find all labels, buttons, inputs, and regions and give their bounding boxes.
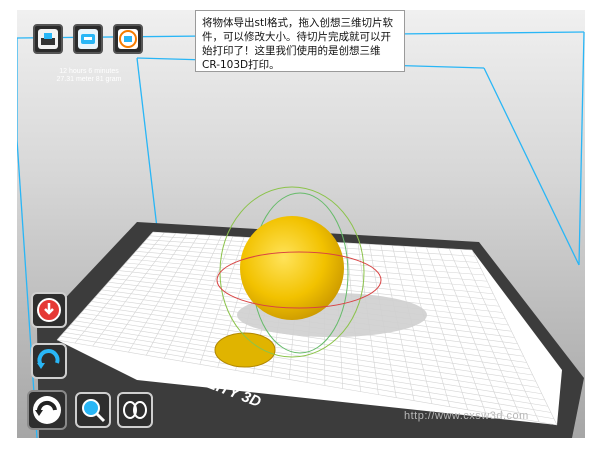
scale-icon [82,399,106,423]
load-button[interactable] [31,292,67,328]
3d-viewport[interactable]: CREALITY 3D 12 hours 6 minutes 27.31 met… [17,10,585,438]
brand-button[interactable] [113,24,143,54]
storage-icon [78,29,98,49]
storage-button[interactable] [73,24,103,54]
print-time: 12 hours 6 minutes [59,68,119,75]
print-button[interactable] [33,24,63,54]
print-estimate: 12 hours 6 minutes 27.31 meter 81 gram [53,68,125,84]
printer-icon [38,29,58,49]
creality-logo-icon [118,29,138,49]
scale-tool-button[interactable] [75,392,111,428]
watermark: http://www.cxsw3d.com [404,410,529,422]
download-icon [37,298,61,322]
model-sphere[interactable] [240,216,344,320]
rotate-tool-button[interactable] [27,390,67,430]
print-material: 27.31 meter 81 gram [56,76,122,83]
mirror-icon [123,401,147,419]
rotate-view-button[interactable] [31,343,67,379]
rotate-view-icon [37,349,60,369]
annotation-box: 将物体导出stl格式，拖入创想三维切片软件，可以修改大小。待切片完成就可以开始打… [195,10,405,72]
mirror-tool-button[interactable] [117,392,153,428]
rotate-icon [33,396,61,424]
model-base-part[interactable] [214,332,276,368]
